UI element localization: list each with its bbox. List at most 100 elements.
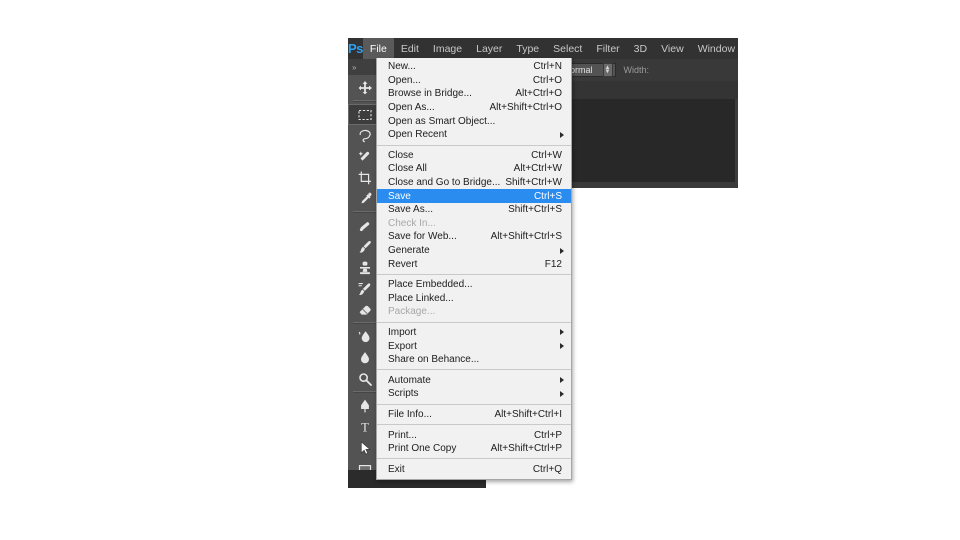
menu-item-shortcut: Alt+Shift+Ctrl+P — [490, 443, 562, 455]
menu-item-share-on-behance[interactable]: Share on Behance... — [377, 353, 571, 367]
svg-text:T: T — [361, 420, 369, 434]
submenu-arrow-icon[interactable] — [560, 131, 564, 138]
menubar-item-3d[interactable]: 3D — [627, 38, 654, 59]
gradient-icon — [358, 330, 369, 342]
menu-item-save-for-web[interactable]: Save for Web... Alt+Shift+Ctrl+S — [377, 230, 571, 244]
menu-item-print-one-copy[interactable]: Print One Copy Alt+Shift+Ctrl+P — [377, 442, 571, 456]
menu-separator — [377, 144, 571, 146]
submenu-arrow-icon[interactable] — [560, 390, 564, 397]
menu-item-label: Automate — [388, 374, 431, 386]
menu-item-save-as[interactable]: Save As... Shift+Ctrl+S — [377, 203, 571, 217]
menu-item-open-as[interactable]: Open As... Alt+Shift+Ctrl+O — [377, 101, 571, 115]
menu-item-label: Package... — [388, 306, 436, 318]
menu-item-shortcut: Alt+Shift+Ctrl+O — [489, 102, 562, 114]
menu-item-shortcut: Shift+Ctrl+S — [508, 204, 562, 216]
menu-item-open[interactable]: Open... Ctrl+O — [377, 74, 571, 88]
menu-item-label: Share on Behance... — [388, 354, 480, 366]
healing-icon — [359, 221, 369, 231]
tools-divider — [353, 100, 376, 102]
menubar-item-window[interactable]: Window — [691, 38, 738, 59]
stamp-icon — [359, 261, 370, 274]
screenshot-root: Ps File Edit Image Layer Type Select Filter 3D V… — [0, 0, 960, 540]
submenu-arrow-icon[interactable] — [560, 329, 564, 336]
menu-item-check-in: Check In... — [377, 217, 571, 231]
menu-item-open-as-smart-object[interactable]: Open as Smart Object... — [377, 114, 571, 128]
menubar-item-type[interactable]: Type — [509, 38, 546, 59]
menu-item-revert[interactable]: Revert F12 — [377, 257, 571, 271]
menu-item-label: Place Embedded... — [388, 279, 473, 291]
menu-item-file-info[interactable]: File Info... Alt+Shift+Ctrl+I — [377, 408, 571, 422]
menu-item-generate[interactable]: Generate — [377, 244, 571, 258]
menu-item-shortcut: Alt+Ctrl+W — [513, 163, 562, 175]
menu-item-label: Close All — [388, 163, 427, 175]
menu-item-shortcut: Ctrl+W — [531, 149, 562, 161]
menu-item-exit[interactable]: Exit Ctrl+Q — [377, 462, 571, 476]
menu-bar: Ps File Edit Image Layer Type Select Filter 3D V… — [348, 38, 738, 59]
eraser-icon — [359, 305, 371, 315]
chevron-updown-icon[interactable]: ▲ ▼ — [602, 63, 613, 77]
dodge-icon — [358, 372, 372, 386]
vertical-scrollbar[interactable] — [735, 99, 738, 182]
menu-item-label: Generate — [388, 245, 430, 257]
menubar-item-edit[interactable]: Edit — [394, 38, 426, 59]
menu-item-label: Open Recent — [388, 129, 447, 141]
menubar-item-image[interactable]: Image — [426, 38, 469, 59]
menu-item-shortcut: Ctrl+O — [532, 74, 562, 86]
menu-item-import[interactable]: Import — [377, 326, 571, 340]
menubar-item-select[interactable]: Select — [546, 38, 589, 59]
menu-item-shortcut: Ctrl+N — [533, 61, 562, 73]
menu-item-automate[interactable]: Automate — [377, 373, 571, 387]
tools-divider — [353, 391, 376, 393]
menu-item-close-and-go-to-bridge[interactable]: Close and Go to Bridge... Shift+Ctrl+W — [377, 176, 571, 190]
menu-item-label: Revert — [388, 258, 418, 270]
menu-item-label: Close and Go to Bridge... — [388, 177, 501, 189]
submenu-arrow-icon[interactable] — [560, 247, 564, 254]
menu-item-shortcut: Alt+Shift+Ctrl+I — [494, 408, 562, 420]
menu-item-label: New... — [388, 61, 416, 73]
menu-item-export[interactable]: Export — [377, 339, 571, 353]
collapse-chevrons-icon[interactable]: » — [352, 63, 357, 72]
menu-separator — [377, 321, 571, 323]
menu-item-close-all[interactable]: Close All Alt+Ctrl+W — [377, 162, 571, 176]
menu-item-place-linked[interactable]: Place Linked... — [377, 292, 571, 306]
menu-item-close[interactable]: Close Ctrl+W — [377, 149, 571, 163]
menu-item-package: Package... — [377, 305, 571, 319]
menu-item-shortcut: Ctrl+P — [533, 429, 562, 441]
menubar-item-file[interactable]: File — [362, 38, 394, 59]
menu-item-label: Browse in Bridge... — [388, 88, 472, 100]
type-icon: T — [361, 420, 369, 434]
menu-item-label: Check In... — [388, 217, 436, 229]
menu-separator — [377, 403, 571, 405]
menu-item-label: Export — [388, 340, 417, 352]
menu-item-shortcut: Alt+Ctrl+O — [515, 88, 562, 100]
menu-item-print[interactable]: Print... Ctrl+P — [377, 428, 571, 442]
menu-item-browse-in-bridge[interactable]: Browse in Bridge... Alt+Ctrl+O — [377, 87, 571, 101]
menu-separator — [377, 369, 571, 371]
quickselect-icon — [358, 150, 369, 161]
menu-item-place-embedded[interactable]: Place Embedded... — [377, 278, 571, 292]
menubar-item-filter[interactable]: Filter — [589, 38, 626, 59]
menu-item-label: File Info... — [388, 408, 432, 420]
submenu-arrow-icon[interactable] — [560, 377, 564, 384]
menu-separator — [377, 424, 571, 426]
menu-item-label: Print One Copy — [388, 443, 457, 455]
blur-icon — [360, 351, 369, 363]
menu-item-shortcut: Shift+Ctrl+W — [505, 177, 562, 189]
menu-item-label: Open... — [388, 74, 421, 86]
menu-item-label: Close — [388, 149, 414, 161]
move-icon — [358, 80, 372, 94]
menu-item-shortcut: F12 — [544, 258, 562, 270]
width-label: Width: — [623, 65, 650, 75]
menubar-item-view[interactable]: View — [654, 38, 691, 59]
historybrush-icon — [358, 282, 370, 295]
menu-item-scripts[interactable]: Scripts — [377, 387, 571, 401]
menubar-item-layer[interactable]: Layer — [469, 38, 509, 59]
menu-item-open-recent[interactable]: Open Recent — [377, 128, 571, 142]
pen-icon — [360, 399, 369, 412]
submenu-arrow-icon[interactable] — [560, 343, 564, 350]
menu-item-shortcut: Alt+Shift+Ctrl+S — [490, 231, 562, 243]
menu-item-label: Exit — [388, 463, 405, 475]
crop-icon — [358, 171, 371, 184]
menu-item-save[interactable]: Save Ctrl+S — [377, 189, 571, 203]
menu-item-new[interactable]: New... Ctrl+N — [377, 60, 571, 74]
